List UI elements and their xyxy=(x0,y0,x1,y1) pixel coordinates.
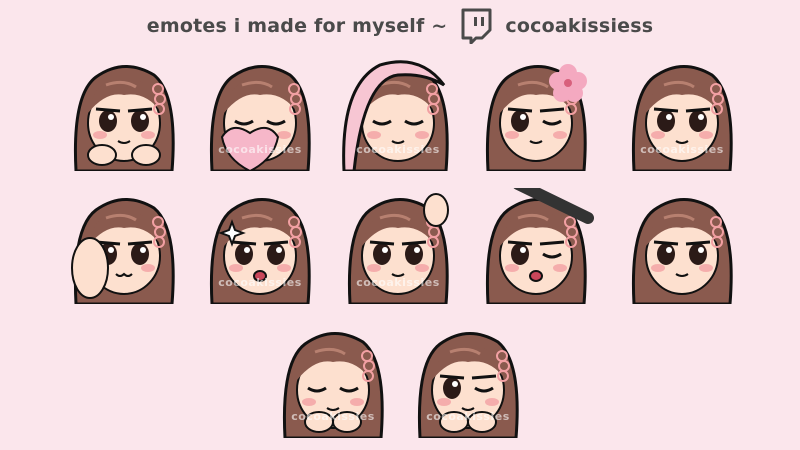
emote-wave: cocoakissies xyxy=(340,188,456,304)
watermark: cocoakissies xyxy=(356,143,440,156)
page-title: emotes i made for myself ~ xyxy=(146,15,448,37)
emote-sleepy: cocoakissies xyxy=(410,322,526,438)
emote-microphone xyxy=(478,188,594,304)
emote-foot xyxy=(66,188,182,304)
emote-peek-art xyxy=(631,198,733,304)
emote-hands-under-chin xyxy=(66,55,182,171)
watermark: cocoakissies xyxy=(426,410,510,423)
emote-sparkle-surprised: cocoakissies xyxy=(202,188,318,304)
emote-side-look: cocoakissies xyxy=(624,55,740,171)
watermark: cocoakissies xyxy=(356,276,440,289)
twitch-icon xyxy=(459,8,493,45)
emote-foot-art xyxy=(71,198,175,304)
emote-flower-art xyxy=(485,64,587,171)
emote-flower xyxy=(478,55,594,171)
watermark: cocoakissies xyxy=(291,410,375,423)
emote-hood-cozy: cocoakissies xyxy=(340,55,456,171)
watermark: cocoakissies xyxy=(218,143,302,156)
emote-hands-under-chin-art xyxy=(73,65,175,171)
channel-name: cocoakissiess xyxy=(505,15,654,37)
emote-peek xyxy=(624,188,740,304)
emote-heart-hug: cocoakissies xyxy=(202,55,318,171)
header: emotes i made for myself ~ cocoakissiess xyxy=(0,6,800,46)
emote-giggle: cocoakissies xyxy=(275,322,391,438)
watermark: cocoakissies xyxy=(218,276,302,289)
watermark: cocoakissies xyxy=(640,143,724,156)
emote-microphone-art xyxy=(485,188,594,304)
